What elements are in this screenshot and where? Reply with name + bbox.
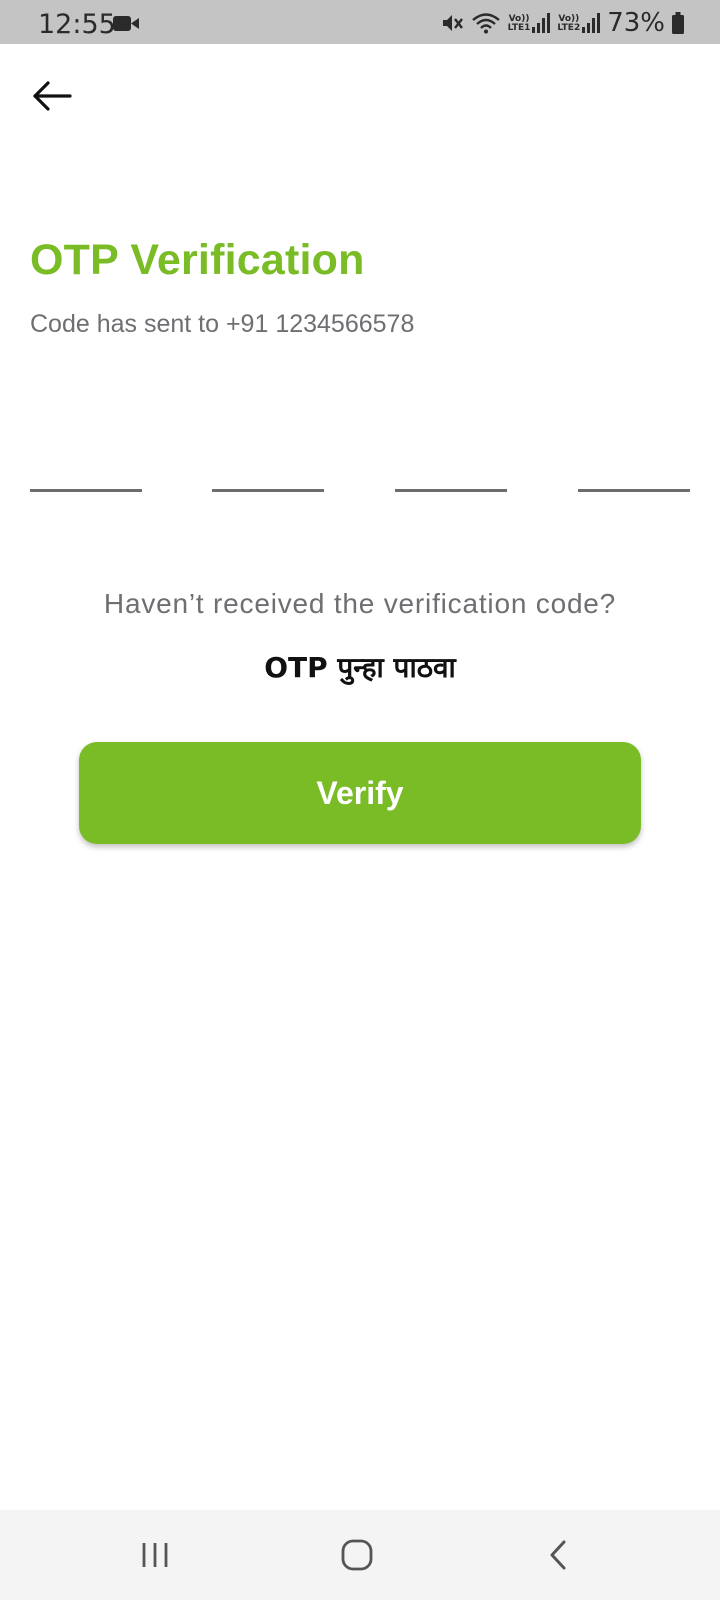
page-title: OTP Verification [30, 236, 365, 284]
verify-button[interactable]: Verify [79, 742, 641, 844]
back-chevron-icon [550, 1540, 566, 1570]
signal-icon [582, 13, 601, 33]
recents-icon [142, 1543, 168, 1567]
battery-icon [672, 12, 684, 34]
home-button[interactable] [327, 1530, 387, 1580]
resend-prompt: Haven’t received the verification code? [103, 588, 617, 619]
recents-button[interactable] [125, 1530, 185, 1580]
status-icons: Vo)) LTE1 Vo)) LTE2 73% [440, 8, 684, 38]
video-camera-icon [113, 16, 139, 31]
navigation-bar [0, 1510, 720, 1600]
phone-number-message: Code has sent to +91 1234566578 [30, 310, 415, 338]
sim1-indicator: Vo)) LTE1 [508, 13, 551, 33]
status-time: 12:55 [38, 9, 116, 40]
resend-otp-link[interactable]: OTP पुन्हा पाठवा [0, 648, 720, 686]
status-bar: 12:55 Vo)) LTE1 Vo)) LTE2 73% [0, 0, 720, 44]
otp-digit-1[interactable] [30, 430, 142, 492]
home-icon [341, 1539, 373, 1571]
sim2-label: LTE2 [557, 23, 581, 33]
otp-digit-4[interactable] [578, 430, 690, 492]
battery-percentage: 73% [607, 8, 665, 38]
signal-icon [532, 13, 551, 33]
otp-digit-3[interactable] [395, 430, 507, 492]
wifi-icon [471, 13, 500, 34]
mute-icon [442, 15, 463, 31]
otp-digit-2[interactable] [212, 430, 324, 492]
sim1-label: LTE1 [507, 23, 531, 33]
sim2-indicator: Vo)) LTE2 [557, 13, 601, 33]
back-button[interactable] [30, 76, 74, 120]
arrow-left-icon [33, 81, 72, 111]
back-nav-button[interactable] [528, 1530, 588, 1580]
